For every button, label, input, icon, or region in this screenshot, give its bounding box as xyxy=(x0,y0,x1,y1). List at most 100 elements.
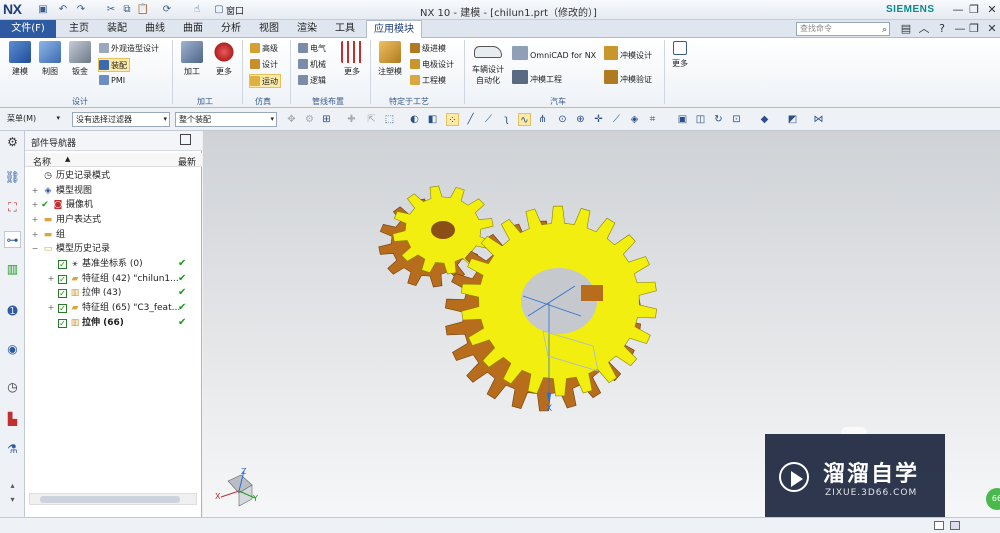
solid-body-icon[interactable]: ◧ xyxy=(426,113,439,126)
orient-view-icon[interactable]: ⊡ xyxy=(730,113,743,126)
line-icon[interactable]: ╱ xyxy=(464,113,477,126)
part-navigator-icon[interactable]: ⊶ xyxy=(4,231,21,248)
tab-home[interactable]: 主页 xyxy=(62,20,96,38)
tree-row-feature-group-42[interactable]: + ✓ ▰ 特征组 (42) "chilun1... ✔ xyxy=(25,272,202,286)
window-icon[interactable]: ▢ xyxy=(212,3,226,17)
tree-row-groups[interactable]: + ▬ 组 xyxy=(25,228,202,242)
design-sim-button[interactable]: 设计 xyxy=(250,58,278,72)
advanced-sim-button[interactable]: 高级 xyxy=(250,42,278,56)
fit-view-icon[interactable]: ▣ xyxy=(676,113,689,126)
constraint-navigator-icon[interactable]: ⛶ xyxy=(4,199,21,216)
ribbon-more-button[interactable]: 更多 xyxy=(668,41,692,69)
drafting-button[interactable]: 制图 xyxy=(38,41,62,77)
tab-view[interactable]: 视图 xyxy=(252,20,286,38)
mold-wizard-button[interactable]: 注塑模 xyxy=(376,41,404,77)
system-materials-icon[interactable]: ▙ xyxy=(4,411,21,428)
history-icon[interactable]: ◷ xyxy=(4,379,21,396)
collapse-ribbon-icon[interactable]: ︿ xyxy=(916,21,932,37)
render-style-icon[interactable]: ◆ xyxy=(758,113,771,126)
graphics-window[interactable]: X Z Y X 溜溜自学 ZIXUE.3D66.COM 66 xyxy=(203,131,1000,518)
machining-button[interactable]: 加工 xyxy=(180,41,204,77)
touch-mode-icon[interactable]: ☝ xyxy=(190,3,204,17)
collapse-icon[interactable]: − xyxy=(31,242,39,256)
rotate-icon[interactable]: ↻ xyxy=(712,113,725,126)
die-design-button[interactable]: 冲模设计 xyxy=(604,46,652,60)
reuse-library-icon[interactable]: ▥ xyxy=(4,261,21,278)
save-icon[interactable]: ▣ xyxy=(36,3,50,17)
sheet-metal-button[interactable]: 钣金 xyxy=(68,41,92,77)
mechanical-button[interactable]: 机械 xyxy=(298,58,326,72)
curve-icon[interactable]: ʅ xyxy=(500,113,513,126)
expand-icon[interactable]: + xyxy=(31,184,39,198)
status-fullscreen-icon[interactable] xyxy=(950,521,960,530)
restore-button[interactable]: ❐ xyxy=(966,2,982,18)
doc-close-button[interactable]: ✕ xyxy=(984,21,1000,37)
tree-row-datum-csys[interactable]: ✓ ⚹ 基准坐标系 (0) ✔ xyxy=(25,257,202,271)
tab-analysis[interactable]: 分析 xyxy=(214,20,248,38)
doc-restore-button[interactable]: ❐ xyxy=(966,21,982,37)
point-on-curve-icon[interactable]: ⟋ xyxy=(610,113,623,126)
tree-row-cameras[interactable]: + ✔ ◙ 摄像机 xyxy=(25,198,202,212)
visibility-checkbox[interactable]: ✓ xyxy=(58,289,67,298)
tree-row-model-history[interactable]: − ▭ 模型历史记录 xyxy=(25,242,202,256)
zoom-icon[interactable]: ◫ xyxy=(694,113,707,126)
selection-scope-select[interactable]: 整个装配 ▾ xyxy=(175,112,277,127)
help-icon[interactable]: ? xyxy=(934,21,950,37)
view-triad[interactable]: Z Y X xyxy=(215,467,258,507)
spline-icon[interactable]: ∿ xyxy=(518,113,531,126)
repeat-command-icon[interactable]: ⟳ xyxy=(160,3,174,17)
deselect-icon[interactable]: ✚ xyxy=(345,113,358,126)
command-search-input[interactable]: 查找命令 ⌕ xyxy=(796,22,890,36)
tab-curve[interactable]: 曲线 xyxy=(138,20,172,38)
status-window-icon[interactable] xyxy=(934,521,944,530)
logical-button[interactable]: 逻辑 xyxy=(298,74,326,88)
shaded-view-icon[interactable]: ◐ xyxy=(408,113,421,126)
electrical-button[interactable]: 电气 xyxy=(298,42,326,56)
horizontal-scrollbar[interactable] xyxy=(29,493,197,505)
die-engineering-button[interactable]: 冲模工程 xyxy=(512,70,562,84)
assemblies-button[interactable]: 装配 xyxy=(98,58,130,72)
select-all-icon[interactable]: ⚙ xyxy=(303,113,316,126)
bounded-grid-icon[interactable]: ⌗ xyxy=(646,113,659,126)
visibility-checkbox[interactable]: ✓ xyxy=(58,260,67,269)
copy-icon[interactable]: ⧉ xyxy=(120,3,134,17)
tab-applications[interactable]: 应用模块 xyxy=(366,20,422,39)
chevron-down-icon[interactable]: ▾ xyxy=(4,491,21,508)
latest-column-header[interactable]: 最新 xyxy=(178,155,196,168)
tab-surface[interactable]: 曲面 xyxy=(176,20,210,38)
general-selection-icon[interactable]: ✥ xyxy=(285,113,298,126)
arc-center-icon[interactable]: ⊙ xyxy=(556,113,569,126)
rectangle-select-icon[interactable]: ⬚ xyxy=(383,113,396,126)
electrode-design-button[interactable]: 电极设计 xyxy=(410,58,454,72)
tree-row-feature-group-65[interactable]: + ✓ ▰ 特征组 (65) "C3_feat... ✔ xyxy=(25,301,202,315)
shape-studio-button[interactable]: 外观造型设计 xyxy=(99,42,159,56)
cut-icon[interactable]: ✂ xyxy=(104,3,118,17)
tab-assembly[interactable]: 装配 xyxy=(100,20,134,38)
close-button[interactable]: ✕ xyxy=(984,2,1000,18)
routing-more-button[interactable]: 更多 xyxy=(340,41,364,77)
web-browser-icon[interactable]: ◉ xyxy=(4,341,21,358)
assembly-navigator-icon[interactable]: ⛓ xyxy=(4,169,21,186)
paste-icon[interactable]: 📋 xyxy=(136,3,150,17)
window-menu[interactable]: 窗口 xyxy=(226,4,244,17)
visibility-checkbox[interactable]: ✓ xyxy=(58,304,67,313)
tree-row-extrude-43[interactable]: ✓ ▥ 拉伸 (43) ✔ xyxy=(25,286,202,300)
pmi-button[interactable]: PMI xyxy=(99,74,125,88)
motion-button[interactable]: 运动 xyxy=(249,74,281,88)
gear-icon[interactable]: ⚙ xyxy=(4,134,21,151)
file-menu[interactable]: 文件(F) xyxy=(0,20,56,38)
tree-row-history-mode[interactable]: ◷ 历史记录模式 xyxy=(25,169,202,183)
expand-icon[interactable]: + xyxy=(31,213,39,227)
hd3d-tools-icon[interactable]: ➊ xyxy=(4,303,21,320)
vehicle-design-button[interactable]: 车辆设计 自动化 xyxy=(470,46,506,86)
scrollbar-thumb[interactable] xyxy=(40,496,180,503)
die-validation-button[interactable]: 冲模验证 xyxy=(604,70,652,84)
engineering-die-button[interactable]: 工程模 xyxy=(410,74,446,88)
tree-row-user-expressions[interactable]: + ▬ 用户表达式 xyxy=(25,213,202,227)
tree-row-model-views[interactable]: + ◈ 模型视图 xyxy=(25,184,202,198)
tab-render[interactable]: 渲染 xyxy=(290,20,324,38)
visibility-checkbox[interactable]: ✓ xyxy=(58,275,67,284)
tab-tools[interactable]: 工具 xyxy=(328,20,362,38)
selection-intent-icon[interactable]: ⊞ xyxy=(320,113,333,126)
quadrant-icon[interactable]: ⊕ xyxy=(574,113,587,126)
